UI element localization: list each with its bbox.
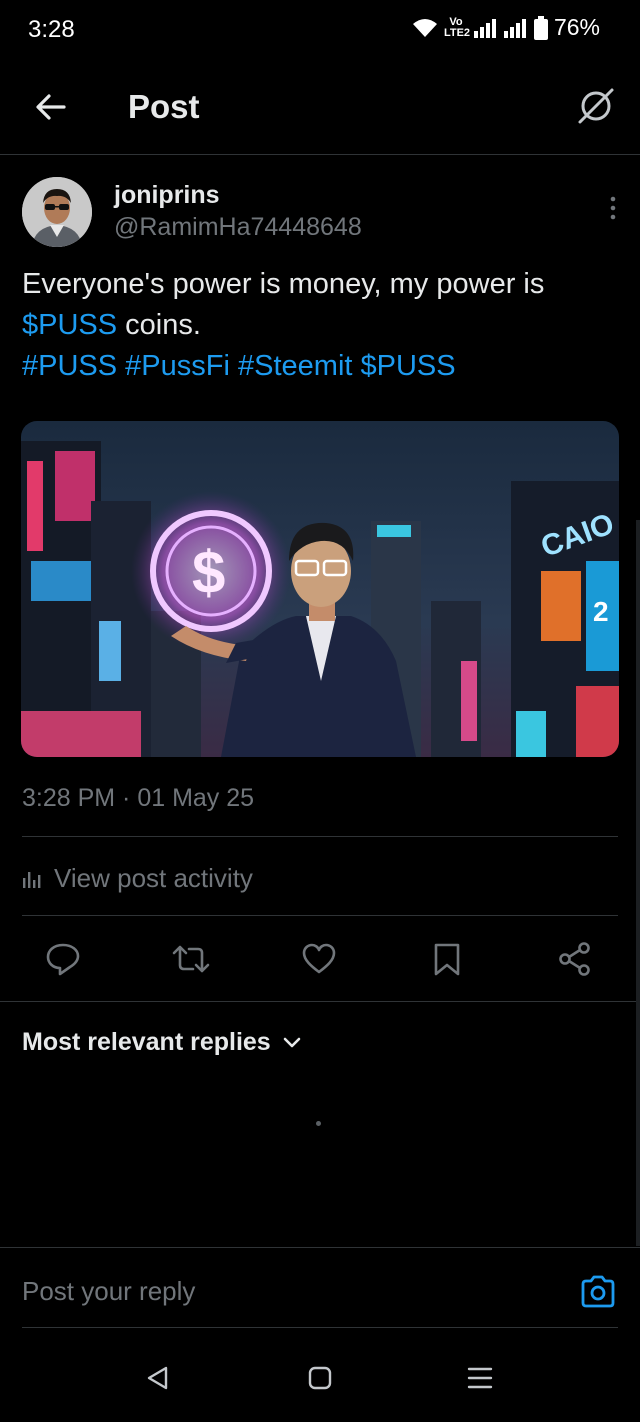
back-arrow-icon[interactable] bbox=[34, 90, 68, 124]
nav-recents-icon bbox=[467, 1367, 493, 1389]
divider bbox=[0, 1001, 640, 1002]
status-icons: Vo LTE2 76% bbox=[412, 14, 600, 41]
bookmark-button[interactable] bbox=[427, 936, 467, 982]
avatar-image bbox=[22, 177, 92, 247]
divider bbox=[22, 1327, 618, 1328]
loading-indicator bbox=[316, 1121, 321, 1126]
analytics-icon bbox=[23, 872, 41, 888]
nav-home-button[interactable] bbox=[302, 1360, 338, 1396]
battery-level: 76% bbox=[553, 14, 600, 40]
post-actions bbox=[0, 936, 640, 982]
view-post-activity-label: View post activity bbox=[54, 862, 253, 893]
post-text-part2: coins. bbox=[117, 309, 201, 341]
scrollbar[interactable] bbox=[636, 520, 640, 1246]
media-sign-number: 2 bbox=[593, 596, 609, 627]
author-handle[interactable]: @RamimHa74448648 bbox=[114, 213, 362, 242]
network-tag: Vo LTE2 bbox=[443, 15, 471, 39]
nav-back-icon bbox=[147, 1366, 168, 1390]
grok-icon[interactable] bbox=[576, 86, 616, 126]
post-media-image[interactable]: CAIO 2 $ bbox=[21, 421, 619, 757]
reply-icon bbox=[46, 943, 80, 976]
more-options-icon[interactable] bbox=[608, 195, 618, 221]
retweet-button[interactable] bbox=[171, 936, 211, 982]
post-timestamp: 3:28 PM · 01 May 25 bbox=[22, 784, 255, 812]
cashtag-link[interactable]: $PUSS bbox=[361, 350, 456, 382]
nav-recents-button[interactable] bbox=[462, 1360, 498, 1396]
like-icon bbox=[302, 943, 336, 974]
status-bar: 3:28 Vo LTE2 76% bbox=[0, 0, 640, 60]
svg-text:$: $ bbox=[192, 539, 225, 606]
hashtag-link[interactable]: #PUSS bbox=[22, 350, 117, 382]
share-icon bbox=[559, 942, 590, 976]
author-name[interactable]: joniprins bbox=[114, 181, 220, 210]
replies-sort-label: Most relevant replies bbox=[22, 1028, 271, 1056]
divider bbox=[22, 915, 618, 916]
post-header: Post bbox=[0, 70, 640, 155]
reply-input[interactable]: Post your reply bbox=[22, 1276, 195, 1307]
wifi-icon bbox=[412, 18, 437, 37]
status-time: 3:28 bbox=[28, 16, 75, 43]
hashtag-link[interactable]: #PussFi bbox=[125, 350, 230, 382]
post-text: Everyone's power is money, my power is $… bbox=[22, 264, 622, 387]
post-author: joniprins @RamimHa74448648 bbox=[22, 177, 622, 257]
divider bbox=[22, 836, 618, 837]
like-button[interactable] bbox=[299, 936, 339, 982]
camera-icon[interactable] bbox=[580, 1274, 616, 1310]
bookmark-icon bbox=[434, 943, 460, 976]
system-nav-bar bbox=[0, 1332, 640, 1422]
page-title: Post bbox=[128, 88, 200, 125]
hashtag-link[interactable]: #Steemit bbox=[238, 350, 352, 382]
signal-icon-2 bbox=[503, 18, 526, 38]
signal-icon bbox=[473, 18, 496, 38]
nav-back-button[interactable] bbox=[140, 1360, 176, 1396]
share-button[interactable] bbox=[555, 936, 595, 982]
retweet-icon bbox=[172, 945, 210, 973]
replies-sort-dropdown[interactable]: Most relevant replies bbox=[22, 1028, 301, 1057]
media-illustration: CAIO 2 $ bbox=[21, 421, 619, 757]
nav-home-icon bbox=[308, 1366, 332, 1390]
view-post-activity-link[interactable]: View post activity bbox=[22, 860, 253, 896]
cashtag-link[interactable]: $PUSS bbox=[22, 309, 117, 341]
post-text-part1: Everyone's power is money, my power is bbox=[22, 268, 545, 300]
avatar[interactable] bbox=[22, 177, 92, 247]
chevron-down-icon bbox=[283, 1037, 301, 1047]
reply-composer: Post your reply bbox=[0, 1248, 640, 1328]
reply-button[interactable] bbox=[43, 936, 83, 982]
battery-icon bbox=[533, 15, 548, 40]
